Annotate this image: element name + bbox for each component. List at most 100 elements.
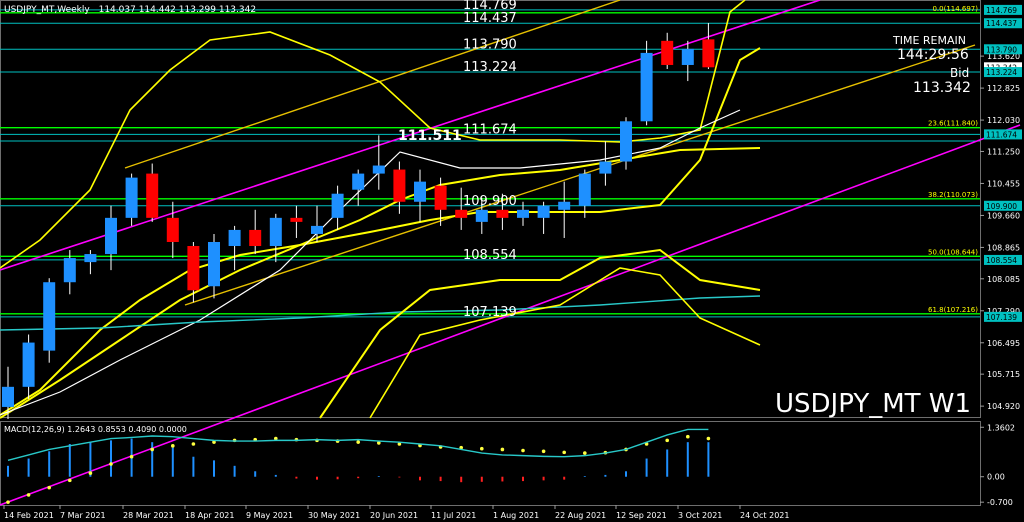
macd-signal-dot [68,478,72,483]
x-tick-label: 12 Sep 2021 [616,511,667,520]
macd-signal-dot [562,450,566,455]
candle-body [640,52,653,122]
x-tick-label: 11 Jul 2021 [431,511,476,520]
candle-body [269,217,282,247]
price-tag-label: 108.554 [986,256,1017,265]
candle-body [393,169,406,202]
candle-body [578,173,591,206]
macd-label: MACD(12,26,9) 1.2643 0.8553 0.4090 0.000… [4,425,187,434]
macd-tick-label: -0.700 [987,498,1013,507]
macd-indicator: 1.3602 0.00 -0.700 [6,423,1015,507]
y-tick-label: 104.920 [987,402,1020,411]
candle-body [84,254,97,263]
candle-body [620,121,632,162]
candle-body [43,282,56,351]
y-tick-label: 108.865 [987,243,1020,252]
macd-signal-dot [583,451,587,455]
candle-body [63,258,76,283]
x-tick-label: 3 Oct 2021 [678,511,722,520]
y-tick-label: 111.250 [987,147,1020,156]
price-tag-label: 113.224 [986,68,1017,77]
macd-signal-dot [191,442,196,446]
macd-signal-dot [26,493,31,497]
candle-body [475,209,488,222]
price-tag-label: 114.437 [986,19,1017,28]
horizontal-levels [0,9,980,318]
candle-body [228,229,241,247]
chart-header: USDJPY_MT,Weekly 114.037 114.442 113.299… [4,5,256,15]
fib-label: 0.0(114.697) [932,5,978,13]
price-tag-label: 114.769 [986,6,1017,15]
macd-signal-dot [541,449,546,454]
macd-signal-dot [356,440,361,444]
candle-body [599,161,612,174]
macd-signal-dot [500,447,505,452]
candle-body [434,185,447,210]
candle-body [702,39,715,68]
ohlc-readout: 114.037 114.442 113.299 113.342 [99,5,256,15]
price-chart: 114.769114.437113.790113.224111.674111.5… [0,0,1022,520]
x-axis: 14 Feb 2021 7 Mar 2021 28 Mar 2021 18 Apr 2… [3,505,789,520]
x-tick-label: 22 Aug 2021 [555,511,606,520]
candle-body [517,209,529,218]
macd-signal-dot [6,500,10,504]
candle-body [2,386,14,407]
macd-signal-dot [47,485,51,490]
candle-body [187,246,200,291]
time-remain-label: TIME REMAIN [892,34,966,47]
price-tag-label: 107.139 [986,313,1017,322]
fib-label: 23.6(111.840) [928,120,978,128]
x-tick-label: 20 Jun 2021 [370,511,418,520]
candle-body [661,40,674,65]
candle-body [290,217,303,222]
macd-signal-dot [521,448,525,453]
macd-main-line [7,428,709,462]
y-tick-label: 106.495 [987,339,1020,348]
macd-signal-dot [129,454,134,459]
x-tick-label: 24 Oct 2021 [740,511,789,520]
candle-body [22,342,35,387]
price-tag-label: 113.790 [986,45,1017,54]
macd-signal-dot [480,446,484,451]
candle-body [166,217,179,242]
x-tick-label: 9 May 2021 [246,511,293,520]
level-label: 114.437 [463,11,517,26]
level-label: 107.139 [463,305,517,320]
level-label: 111.674 [463,122,517,137]
fib-label: 50.0(108.644) [928,248,978,256]
candle-body [208,241,220,287]
macd-signal-dot [686,434,690,439]
macd-signal-dot [665,438,669,443]
candle-body [372,165,385,174]
macd-signal-dot [171,444,175,448]
indicator-band-line [0,147,761,419]
price-tag-label: 111.674 [986,130,1017,139]
fib-label: 61.8(107.216) [928,306,978,314]
macd-pane-frame [0,421,981,506]
macd-tick-label: 0.00 [987,473,1005,482]
x-tick-label: 14 Feb 2021 [4,511,54,520]
indicator-band-line [0,295,761,331]
y-axis: 104.920105.715106.495107.290108.085108.8… [980,52,1020,411]
level-label: 109.900 [463,194,517,209]
trend-upper-yellow-line [124,0,621,169]
candle-body [249,229,262,247]
candle-body [352,173,365,190]
candle-body [681,48,694,65]
bid-value: 113.342 [913,80,971,96]
y-tick-label: 112.825 [987,84,1020,93]
x-tick-label: 7 Mar 2021 [60,511,106,520]
level-label: 113.790 [463,37,517,52]
candle-body [496,209,509,218]
symbol-info: USDJPY_MT,Weekly [4,5,90,15]
level-label: 111.511 [398,128,462,144]
y-tick-label: 108.085 [987,275,1020,284]
candle-body [455,209,468,218]
symbol-watermark: USDJPY_MT W1 [775,389,971,419]
price-tag-label: 109.900 [986,202,1017,211]
level-label: 108.554 [463,248,517,263]
macd-tick-label: 1.3602 [987,423,1015,432]
macd-signal-dot [150,447,154,452]
time-remain-value: 144:29:56 [897,47,969,63]
candle-body [414,181,426,202]
